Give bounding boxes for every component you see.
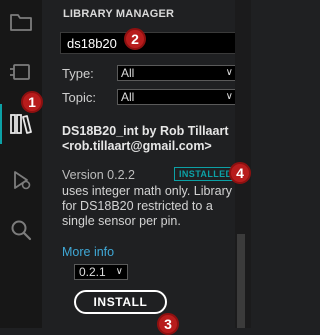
install-button[interactable]: INSTALL bbox=[74, 290, 167, 314]
topic-filter-label: Topic: bbox=[62, 90, 96, 105]
debug-button[interactable] bbox=[0, 160, 42, 200]
type-select[interactable]: All ∨ bbox=[117, 65, 237, 81]
callout-badge-4: 4 bbox=[229, 162, 251, 184]
type-select-value: All bbox=[121, 66, 135, 80]
boards-manager-button[interactable] bbox=[0, 52, 42, 92]
library-description: uses integer math only. Library for DS18… bbox=[62, 184, 232, 228]
folder-icon bbox=[10, 14, 32, 31]
chevron-down-icon: ∨ bbox=[225, 67, 233, 78]
installed-badge: INSTALLED bbox=[174, 167, 238, 181]
library-manager-panel: LIBRARY MANAGER Type: All ∨ Topic: All ∨… bbox=[52, 0, 242, 328]
search-icon bbox=[11, 220, 32, 241]
debug-icon bbox=[14, 171, 31, 190]
scrollbar-thumb[interactable] bbox=[237, 234, 245, 328]
library-title: DS18B20_int by Rob Tillaart <rob.tillaar… bbox=[62, 124, 229, 153]
version-select-value: 0.2.1 bbox=[79, 265, 106, 279]
library-version: Version 0.2.2 bbox=[62, 168, 135, 182]
version-select[interactable]: 0.2.1 ∨ bbox=[74, 264, 128, 280]
board-icon bbox=[10, 64, 30, 80]
chevron-down-icon: ∨ bbox=[115, 266, 123, 277]
callout-badge-2: 2 bbox=[124, 28, 146, 50]
library-search-input[interactable] bbox=[60, 32, 236, 54]
chevron-down-icon: ∨ bbox=[225, 91, 233, 102]
activity-bar bbox=[0, 0, 42, 328]
library-icon bbox=[10, 114, 32, 134]
callout-badge-3: 3 bbox=[157, 313, 179, 335]
topic-select-value: All bbox=[121, 90, 135, 104]
search-button[interactable] bbox=[0, 210, 42, 250]
callout-badge-1: 1 bbox=[21, 91, 43, 113]
more-info-link[interactable]: More info bbox=[62, 245, 114, 259]
explorer-button[interactable] bbox=[0, 2, 42, 42]
topic-select[interactable]: All ∨ bbox=[117, 89, 237, 105]
type-filter-label: Type: bbox=[62, 66, 94, 81]
panel-title: LIBRARY MANAGER bbox=[63, 8, 175, 20]
